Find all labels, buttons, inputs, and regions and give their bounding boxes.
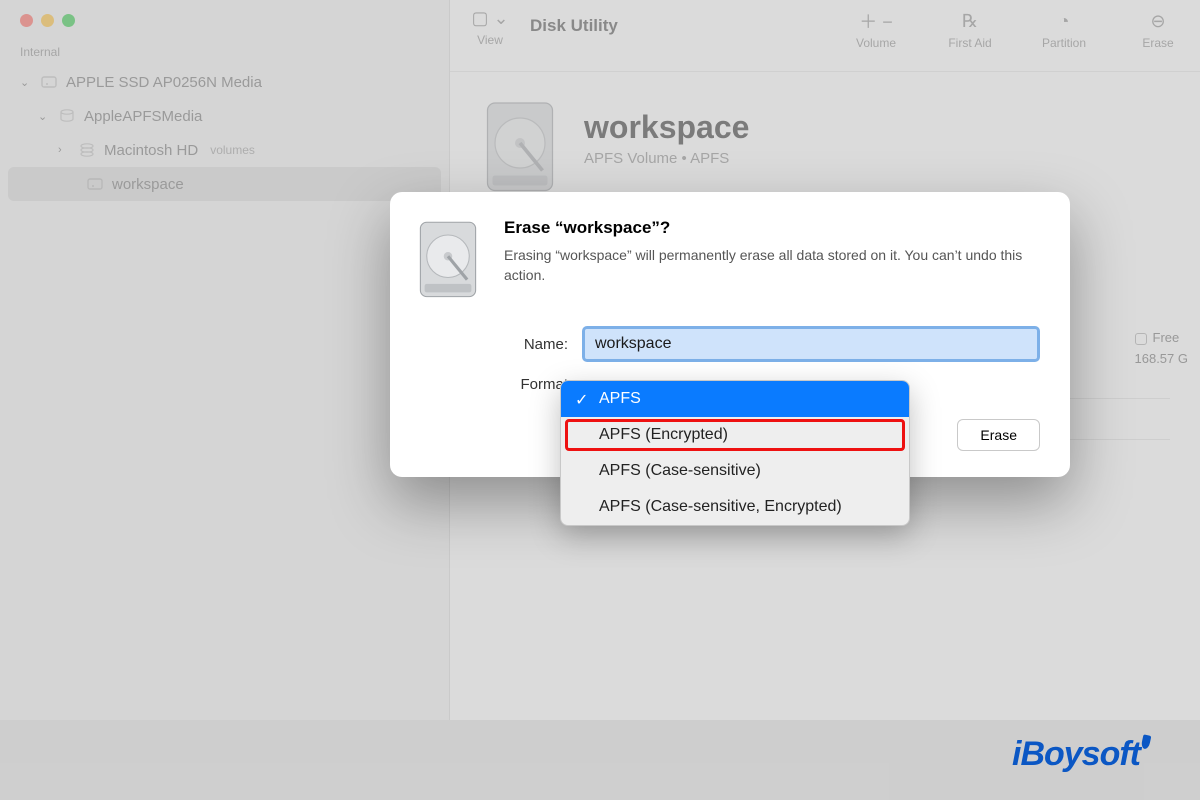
volume-icon [78,141,96,159]
chevron-right-icon[interactable]: › [58,144,70,156]
close-icon[interactable] [20,14,33,27]
sidebar: Internal ⌄ APPLE SSD AP0256N Media ⌄ App… [0,0,450,720]
sidebar-item-container[interactable]: ⌄ AppleAPFSMedia [0,99,449,133]
hdd-icon [414,218,482,298]
name-input[interactable] [582,326,1040,362]
plus-minus-icon: ＋ − [859,10,893,32]
format-option-apfs-case[interactable]: APFS (Case-sensitive) [561,453,909,489]
sidebar-item-macintosh-hd[interactable]: › Macintosh HD volumes [0,133,449,167]
chevron-down-icon[interactable]: ⌄ [38,110,50,123]
volume-header: workspace APFS Volume • APFS [480,98,1170,178]
erase-button[interactable]: ⊖Erase [1126,10,1190,50]
first-aid-button[interactable]: ℞First Aid [938,10,1002,50]
sidebar-item-label: AppleAPFSMedia [84,108,202,125]
toolbar: ▢ ⌄ View Disk Utility ＋ −Volume ℞First A… [450,0,1200,72]
sidebar-toggle-icon[interactable]: ▢ ⌄ [471,8,508,29]
format-dropdown[interactable]: APFS APFS (Encrypted) APFS (Case-sensiti… [560,380,910,526]
sidebar-item-label: APPLE SSD AP0256N Media [66,74,262,91]
sidebar-item-ssd[interactable]: ⌄ APPLE SSD AP0256N Media [0,65,449,99]
app-title: Disk Utility [520,8,844,36]
format-option-apfs-case-encrypted[interactable]: APFS (Case-sensitive, Encrypted) [561,489,909,525]
disk-icon [86,175,104,193]
dialog-body: Erasing “workspace” will permanently era… [504,246,1040,285]
sidebar-item-label: workspace [112,176,184,193]
erase-confirm-button[interactable]: Erase [957,419,1040,451]
maximize-icon[interactable] [62,14,75,27]
window-controls [0,0,449,27]
format-option-apfs[interactable]: APFS [561,381,909,417]
format-label: Format [504,376,568,393]
volume-button[interactable]: ＋ −Volume [844,10,908,50]
free-space: Free 168.57 G [1135,330,1189,366]
stethoscope-icon: ℞ [962,10,978,32]
erase-icon: ⊖ [1150,10,1165,32]
watermark-logo: iBoysoft [1012,735,1150,774]
sidebar-section-label: Internal [0,27,449,65]
container-icon [58,107,76,125]
checkbox-icon [1135,333,1147,345]
hdd-icon [480,98,560,178]
pie-icon: ◔ [1059,10,1070,32]
name-label: Name: [504,336,568,353]
view-label: View [477,33,503,47]
sidebar-item-workspace[interactable]: workspace [8,167,441,201]
volume-name: workspace [584,109,749,146]
sidebar-item-label: Macintosh HD [104,142,198,159]
dialog-title: Erase “workspace”? [504,218,1040,238]
minimize-icon[interactable] [41,14,54,27]
volume-subtitle: APFS Volume • APFS [584,150,749,167]
format-option-apfs-encrypted[interactable]: APFS (Encrypted) [565,419,905,451]
chevron-down-icon[interactable]: ⌄ [20,76,32,89]
disk-icon [40,73,58,91]
partition-button[interactable]: ◔Partition [1032,10,1096,50]
sidebar-item-sublabel: volumes [210,143,255,157]
